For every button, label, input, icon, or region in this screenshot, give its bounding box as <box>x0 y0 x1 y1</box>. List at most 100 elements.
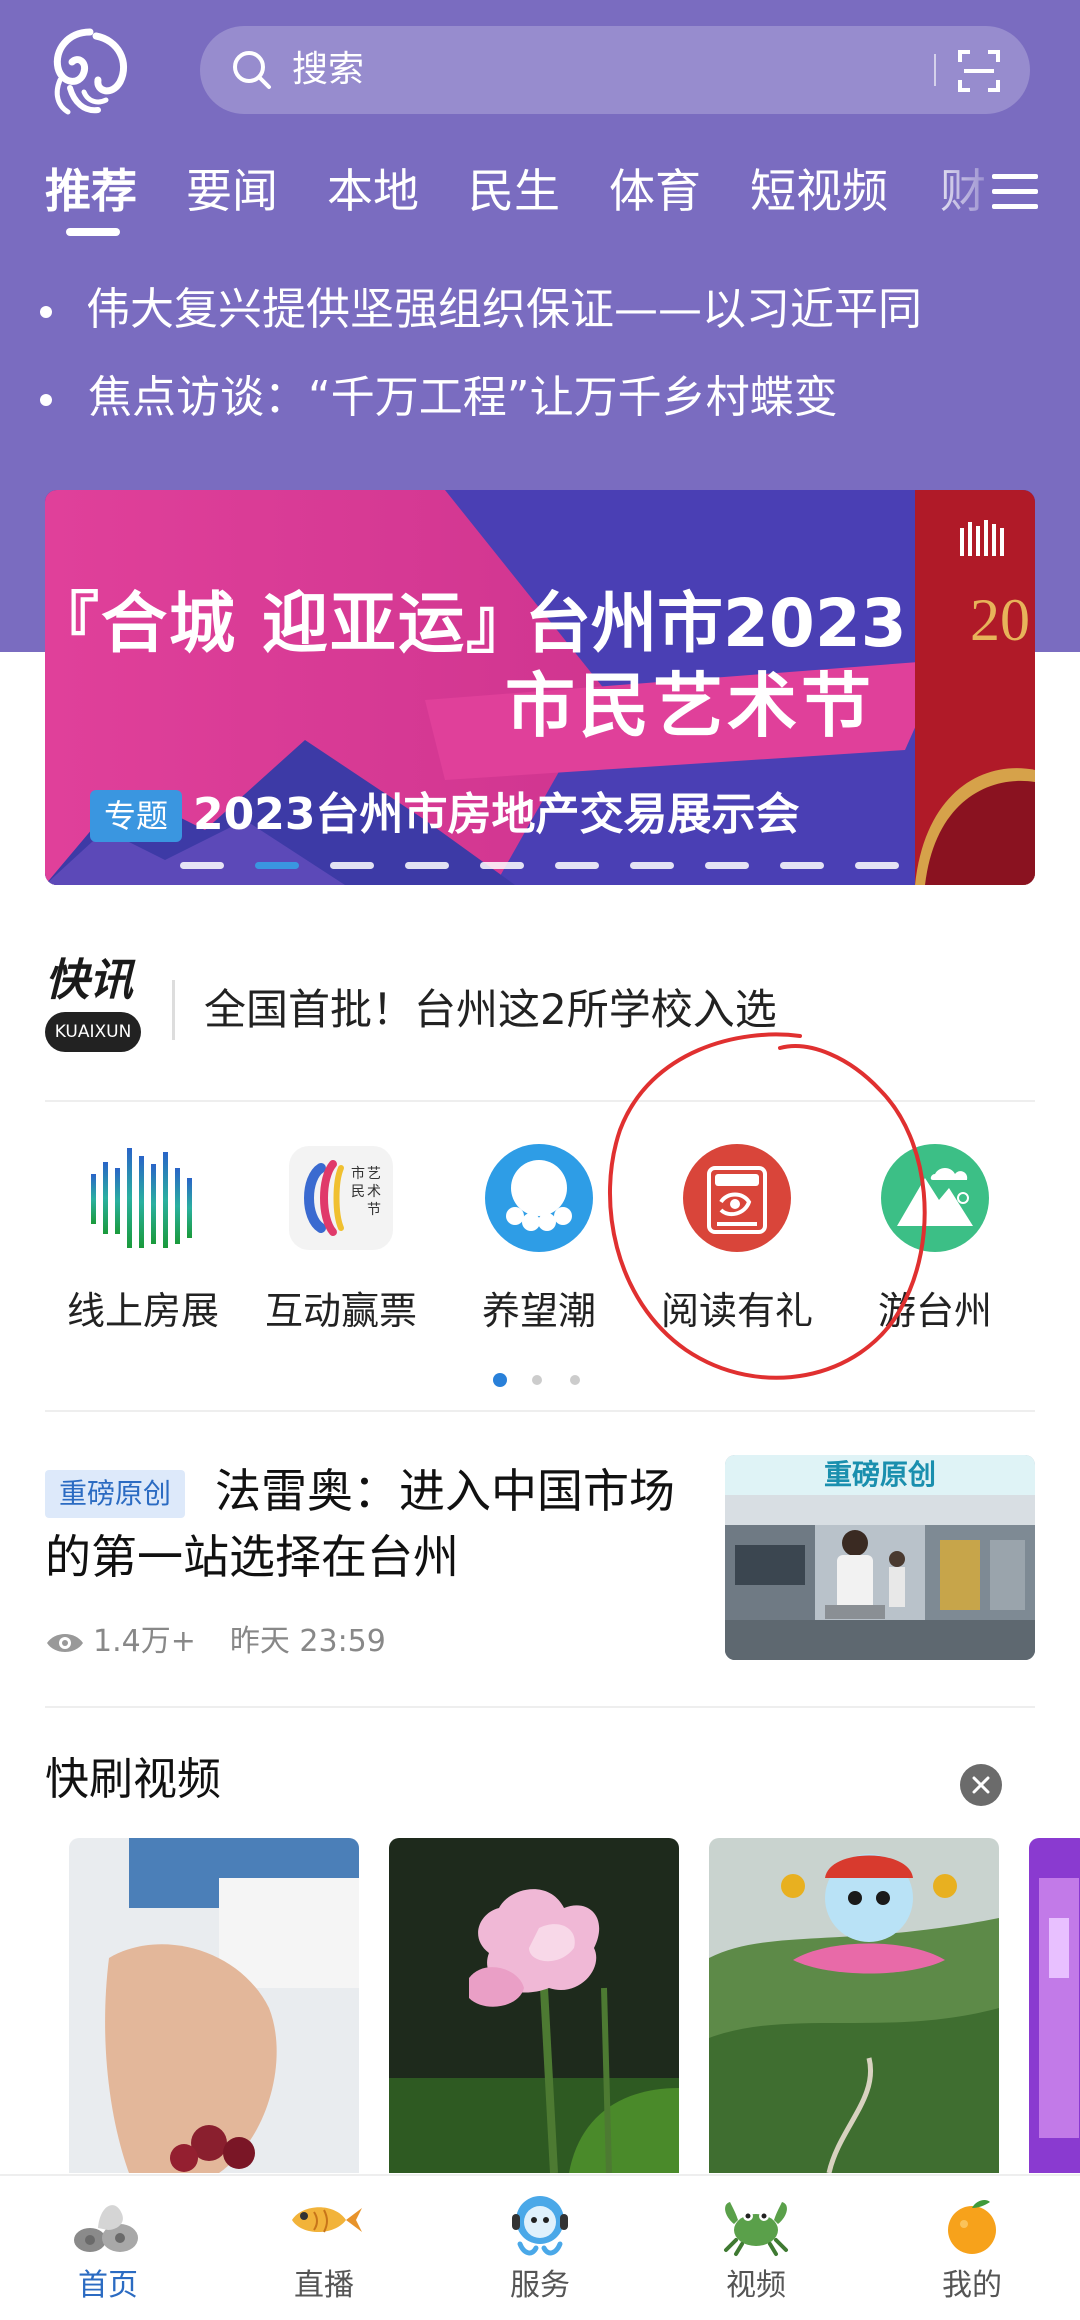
menu-icon[interactable] <box>988 168 1042 216</box>
nav-label: 视频 <box>726 2268 786 2303</box>
svg-text:节: 节 <box>367 1202 381 1218</box>
kuaixun-logo-title: 快讯 <box>45 955 133 1006</box>
article-meta: 1.4万+ 昨天 23:59 <box>45 1620 386 1664</box>
slide-dot[interactable] <box>405 862 449 869</box>
headline-text: 焦点访谈：“千万工程”让万千乡村蝶变 <box>88 372 838 423</box>
octopus-icon <box>485 1144 593 1252</box>
video-thumbnail[interactable] <box>389 1838 679 2173</box>
nav-label: 服务 <box>510 2268 570 2303</box>
tab-local[interactable]: 本地 <box>327 160 419 222</box>
search-bar[interactable]: 搜索 <box>200 26 1030 114</box>
eye-icon <box>47 1633 83 1652</box>
app-logo-icon[interactable] <box>40 22 140 122</box>
art-festival-icon: 市 民 艺 术 节 <box>289 1146 393 1250</box>
video-thumbnail[interactable] <box>1029 1838 1080 2173</box>
kuaixun-divider <box>172 980 175 1040</box>
sound-bars-icon <box>91 1148 192 1248</box>
service-label: 线上房展 <box>66 1289 219 1333</box>
article-time: 昨天 23:59 <box>229 1624 386 1659</box>
nav-label: 首页 <box>78 2268 138 2303</box>
divider <box>45 1410 1035 1412</box>
service-online-housing[interactable]: 线上房展 <box>48 1138 238 1336</box>
bullet-dot <box>40 394 52 406</box>
bottom-nav: 首页 直播 服务 视频 我的 <box>0 2174 1080 2320</box>
fish-icon <box>292 2207 362 2233</box>
headline-item[interactable]: 焦点访谈：“千万工程”让万千乡村蝶变 <box>40 366 1050 430</box>
svg-text:市: 市 <box>351 1165 365 1182</box>
kuaixun-headline[interactable]: 全国首批！台州这2所学校入选 <box>204 978 777 1042</box>
svg-text:术: 术 <box>367 1184 381 1200</box>
kuaixun-logo[interactable]: 快讯 KUAIXUN <box>45 956 141 1056</box>
slide-dot[interactable] <box>480 862 524 869</box>
channel-tabs: 推荐 要闻 本地 民生 体育 短视频 财 <box>0 150 1080 260</box>
slide-dot[interactable] <box>180 862 224 869</box>
slide-dot[interactable] <box>330 862 374 869</box>
service-label: 养望潮 <box>481 1289 596 1333</box>
pager-dot[interactable] <box>570 1375 580 1385</box>
video-thumbnail[interactable] <box>69 1838 359 2173</box>
slide-dot[interactable] <box>630 862 674 869</box>
bullet-dot <box>40 306 52 318</box>
nav-video[interactable]: 视频 <box>648 2176 864 2320</box>
pager-dot[interactable] <box>532 1375 542 1385</box>
video-thumbnail[interactable] <box>709 1838 999 2173</box>
headline-text: 为实现中华民族伟大复兴提供坚强组织保证——以习近平同 <box>41 284 922 335</box>
close-button[interactable] <box>960 1764 1002 1806</box>
divider <box>45 1706 1035 1708</box>
banner-line-1: 『合城 迎亚运』 <box>45 585 534 662</box>
service-label: 游台州 <box>877 1289 992 1333</box>
slide-dot[interactable] <box>555 862 599 869</box>
purple-video-image <box>1029 1838 1080 2173</box>
tab-news[interactable]: 要闻 <box>186 160 278 222</box>
slide-dot[interactable] <box>705 862 749 869</box>
scan-icon[interactable] <box>954 46 1004 96</box>
search-placeholder: 搜索 <box>292 49 365 90</box>
search-divider <box>934 54 936 86</box>
mascot-mountain-image <box>709 1838 999 2173</box>
nav-services[interactable]: 服务 <box>432 2176 648 2320</box>
slide-dot[interactable] <box>855 862 899 869</box>
octopus-headset-icon <box>512 2196 568 2256</box>
tab-livelihood[interactable]: 民生 <box>468 160 560 222</box>
tab-sports[interactable]: 体育 <box>609 160 701 222</box>
tab-short-video[interactable]: 短视频 <box>750 160 888 222</box>
lotus-image <box>389 1838 679 2173</box>
reading-gift-icon <box>683 1144 791 1252</box>
nav-mine[interactable]: 我的 <box>864 2176 1080 2320</box>
service-raise-wangchao[interactable]: 养望潮 <box>444 1138 634 1336</box>
thumbnail-label: 重磅原创 <box>725 1455 1035 1495</box>
tab-recommend[interactable]: 推荐 <box>45 160 137 222</box>
nav-live[interactable]: 直播 <box>216 2176 432 2320</box>
nav-home[interactable]: 首页 <box>0 2176 216 2320</box>
banner-line-3: 市民艺术节 <box>505 665 875 747</box>
kuaixun-logo-sub: KUAIXUN <box>45 1012 141 1052</box>
slide-dot[interactable] <box>780 862 824 869</box>
pager-dot-active[interactable] <box>493 1373 507 1387</box>
orange-icon <box>948 2200 996 2254</box>
article-thumbnail[interactable]: 重磅原创 <box>725 1455 1035 1660</box>
service-tour-taizhou[interactable]: 游台州 <box>840 1138 1030 1336</box>
banner-carousel[interactable]: 20 『合城 迎亚运』 台州市2023 市民艺术节 专题 2023台州市房地产交… <box>45 490 1035 885</box>
video-section-title: 快刷视频 <box>45 1754 221 1805</box>
search-icon <box>233 51 271 89</box>
crab-icon <box>724 2202 788 2256</box>
article-title[interactable]: 法雷奥：进入中国市场的第一站选择在台州 <box>45 1458 695 1590</box>
topic-badge: 专题 <box>90 790 183 842</box>
article-views: 1.4万+ <box>93 1624 196 1659</box>
home-shells-icon <box>74 2205 138 2252</box>
headline-item[interactable]: 为实现中华民族伟大复兴提供坚强组织保证——以习近平同 <box>40 278 1050 342</box>
active-tab-indicator <box>66 228 120 236</box>
bayberry-hand-image <box>69 1838 359 2173</box>
service-reading-gift[interactable]: 阅读有礼 <box>642 1138 832 1336</box>
banner-title: 2023台州市房地产交易展示会 <box>193 789 800 840</box>
svg-text:艺: 艺 <box>367 1166 381 1182</box>
nav-label: 直播 <box>294 2268 354 2303</box>
slide-dot-active[interactable] <box>255 862 299 869</box>
divider <box>45 1100 1035 1102</box>
service-interactive-ticket[interactable]: 市 民 艺 术 节 互动赢票 <box>246 1138 436 1336</box>
svg-text:民: 民 <box>351 1184 365 1200</box>
service-label: 阅读有礼 <box>660 1289 813 1333</box>
close-icon <box>972 1776 990 1794</box>
mountain-hiker-icon <box>881 1144 989 1252</box>
svg-text:20: 20 <box>970 587 1030 653</box>
